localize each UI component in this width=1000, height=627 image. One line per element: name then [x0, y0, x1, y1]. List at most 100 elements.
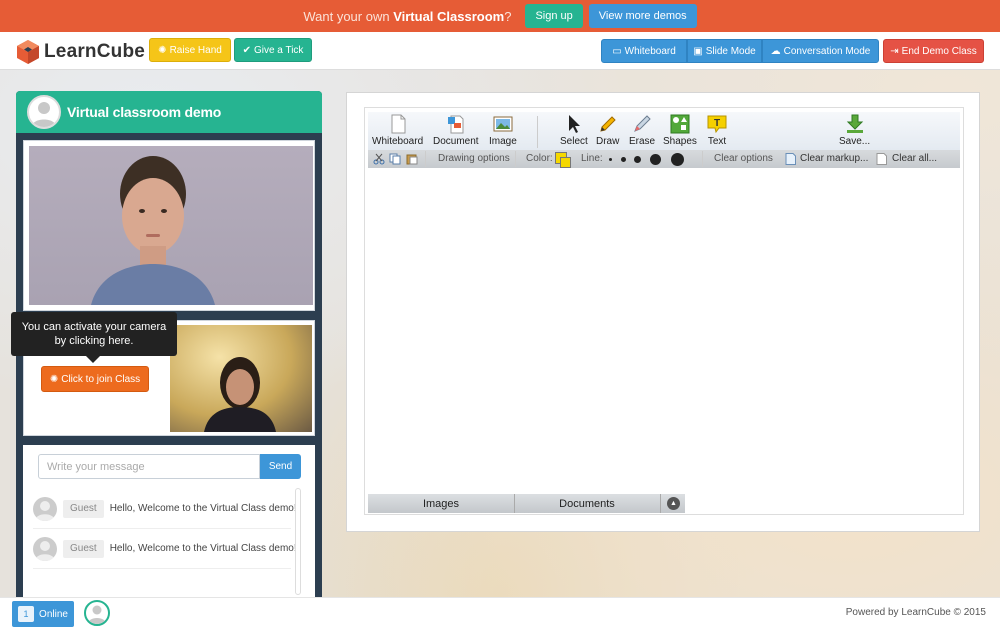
chat-scrollbar[interactable]	[295, 488, 301, 595]
image-tool[interactable]: Image	[489, 114, 517, 147]
view-more-demos-button[interactable]: View more demos	[588, 4, 697, 28]
erase-tool-label: Erase	[629, 136, 656, 147]
raise-hand-label: Raise Hand	[169, 44, 222, 56]
svg-text:T: T	[714, 118, 720, 129]
student-person-image	[204, 357, 276, 432]
shapes-tool-label: Shapes	[663, 136, 697, 147]
chevron-up-icon[interactable]: ▲	[667, 497, 680, 510]
give-tick-label: Give a Tick	[253, 44, 304, 56]
powered-by-text: Powered by LearnCube © 2015	[845, 607, 986, 618]
nav-bar: LearnCube ✺ Raise Hand ✔ Give a Tick ▭ Whit…	[0, 32, 1000, 70]
line-width-3[interactable]	[634, 156, 641, 163]
signup-button[interactable]: Sign up	[525, 4, 583, 28]
slide-mode-label: Slide Mode	[705, 45, 756, 57]
footer: 1 Online Powered by LearnCube © 2015	[0, 597, 1000, 627]
chat-message-input[interactable]: Write your message	[38, 454, 260, 479]
download-icon	[846, 114, 863, 133]
blank-page-icon	[391, 114, 406, 134]
tab-images[interactable]: Images	[368, 494, 514, 513]
whiteboard-tool[interactable]: Whiteboard	[372, 114, 423, 147]
tab-separator	[660, 494, 661, 513]
options-separator	[515, 151, 516, 167]
clear-markup-button[interactable]: Clear markup...	[800, 153, 868, 164]
give-tick-button[interactable]: ✔ Give a Tick	[234, 38, 312, 62]
image-icon	[493, 116, 513, 132]
tooltip-text: You can activate your camera by clicking…	[21, 321, 167, 347]
whiteboard-canvas[interactable]	[368, 168, 960, 492]
raise-hand-button[interactable]: ✺ Raise Hand	[149, 38, 231, 62]
spinner-icon: ✺	[158, 44, 167, 56]
shapes-tool[interactable]: Shapes	[663, 114, 697, 147]
camera-tooltip: You can activate your camera by clicking…	[11, 312, 177, 363]
clear-markup-icon	[785, 153, 796, 165]
user-silhouette-icon	[32, 102, 56, 127]
text-tool-label: Text	[707, 136, 727, 147]
document-icon	[447, 115, 464, 134]
erase-tool[interactable]: Erase	[629, 114, 655, 147]
color-swatch[interactable]	[555, 152, 571, 168]
whiteboard-label: Whiteboard	[624, 45, 676, 57]
eraser-icon	[634, 115, 651, 132]
options-bar: Drawing options Color: Line: Clear optio…	[368, 150, 960, 168]
message-list: Guest Hello, Welcome to the Virtual Clas…	[33, 489, 299, 597]
draw-tool[interactable]: Draw	[596, 114, 619, 147]
panel-title: Virtual classroom demo	[67, 104, 222, 120]
learncube-logo-icon	[17, 40, 39, 64]
logo[interactable]: LearnCube	[16, 39, 145, 65]
chat-message: Guest Hello, Welcome to the Virtual Clas…	[33, 489, 297, 529]
message-author: Guest	[63, 499, 104, 518]
message-author: Guest	[63, 539, 104, 558]
end-demo-label: End Demo Class	[901, 45, 977, 57]
slides-icon: ▣	[693, 45, 703, 57]
shapes-icon	[670, 114, 690, 134]
whiteboard-toolbar: Whiteboard Document Image Select Draw Er…	[368, 112, 960, 150]
online-users-button[interactable]: 1 Online	[12, 601, 74, 627]
chat-message: Guest Hello, Welcome to the Virtual Clas…	[33, 529, 297, 569]
user-avatar[interactable]	[27, 95, 61, 129]
student-video	[170, 325, 312, 432]
save-tool[interactable]: Save...	[839, 114, 870, 147]
paste-icon[interactable]	[406, 153, 418, 165]
user-silhouette-icon	[88, 605, 106, 624]
whiteboard-mode-button[interactable]: ▭ Whiteboard	[601, 39, 687, 63]
text-tool[interactable]: T Text	[707, 114, 727, 147]
join-class-button[interactable]: ✺ Click to join Class	[41, 366, 149, 392]
copy-icon[interactable]	[389, 153, 401, 165]
teacher-video	[29, 146, 313, 305]
promo-bar: Want your own Virtual Classroom? Sign up…	[0, 0, 1000, 32]
send-button[interactable]: Send	[260, 454, 301, 479]
exit-icon: ⇥	[890, 45, 899, 57]
cut-icon[interactable]	[373, 153, 385, 165]
line-width-5[interactable]	[671, 153, 684, 166]
logo-text: LearnCube	[44, 41, 146, 62]
tooltip-arrow	[86, 356, 100, 363]
teacher-person-image	[91, 156, 215, 305]
draw-tool-label: Draw	[596, 136, 620, 147]
online-user-avatar[interactable]	[84, 600, 110, 626]
clear-all-button[interactable]: Clear all...	[892, 153, 937, 164]
line-width-4[interactable]	[650, 154, 661, 165]
drawing-options-label: Drawing options	[438, 153, 510, 164]
chat-panel: Write your message Send Guest Hello, Wel…	[23, 445, 315, 597]
chat-bubbles-icon: ☁	[770, 45, 781, 57]
end-demo-class-button[interactable]: ⇥ End Demo Class	[883, 39, 984, 63]
guest-avatar	[33, 536, 57, 561]
cursor-icon	[568, 115, 580, 133]
text-icon: T	[707, 115, 727, 134]
conversation-mode-button[interactable]: ☁ Conversation Mode	[762, 39, 879, 63]
tab-documents[interactable]: Documents	[515, 494, 659, 513]
options-separator	[702, 151, 703, 167]
pencil-icon	[599, 116, 616, 132]
message-text: Hello, Welcome to the Virtual Class demo…	[109, 503, 297, 514]
line-width-2[interactable]	[621, 157, 626, 162]
resource-tabs: Images Documents ▲	[368, 494, 685, 513]
image-tool-label: Image	[489, 136, 517, 147]
document-tool[interactable]: Document	[433, 114, 479, 147]
line-width-1[interactable]	[609, 158, 612, 161]
select-tool[interactable]: Select	[560, 114, 588, 147]
save-tool-label: Save...	[839, 136, 871, 147]
color-label: Color:	[526, 153, 553, 164]
whiteboard-frame: Whiteboard Document Image Select Draw Er…	[346, 92, 980, 532]
guest-avatar	[33, 496, 57, 521]
slide-mode-button[interactable]: ▣ Slide Mode	[687, 39, 762, 63]
